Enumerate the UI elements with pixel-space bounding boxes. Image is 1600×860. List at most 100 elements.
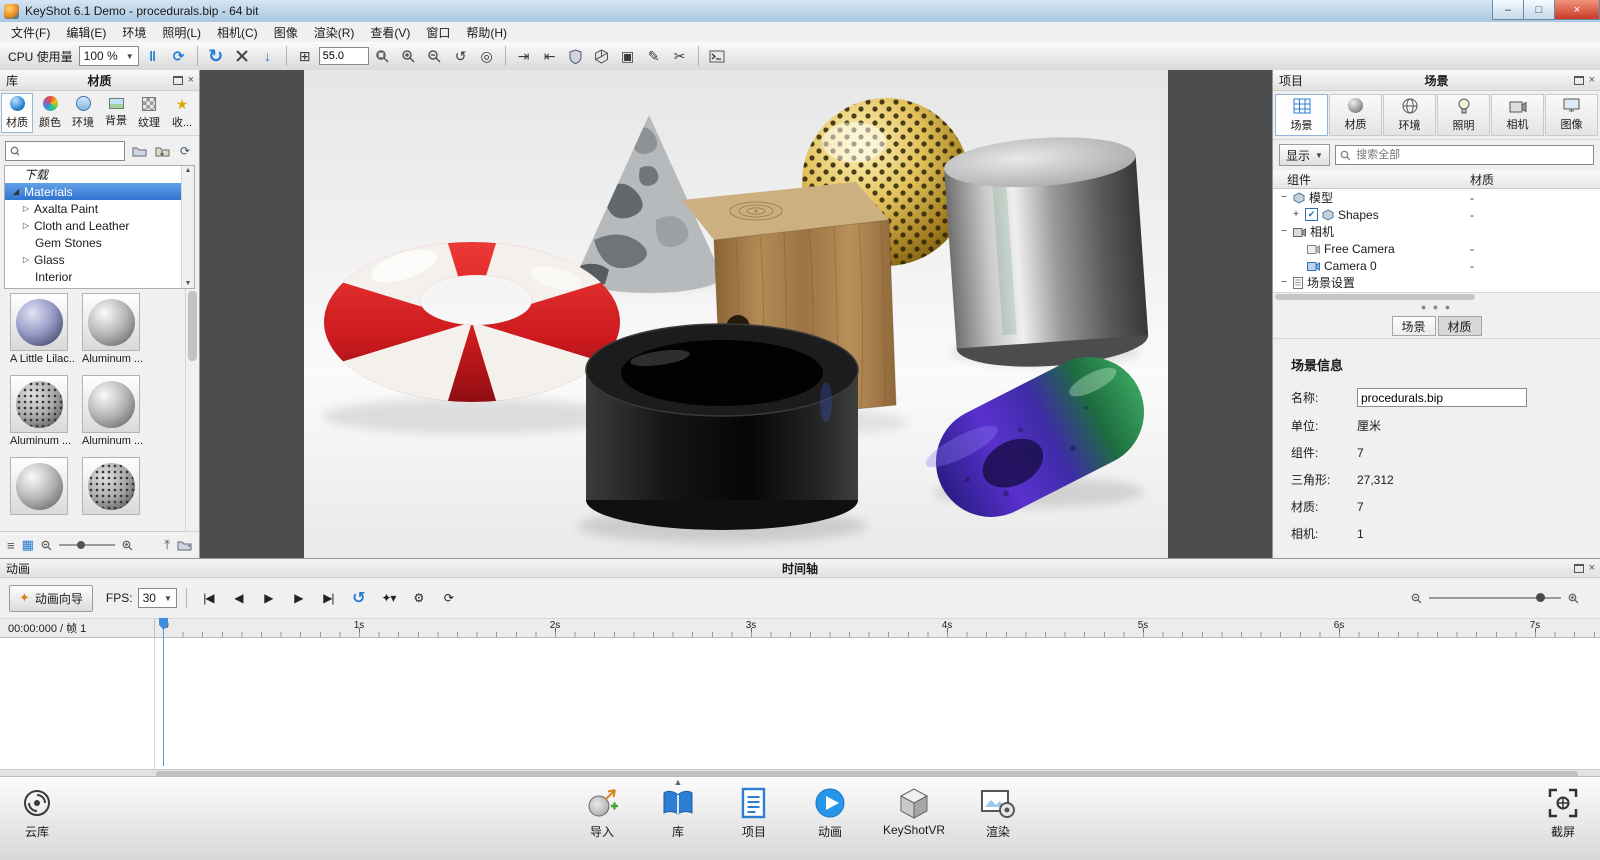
menu-help[interactable]: 帮助(H) [458,22,515,43]
grid-view-button[interactable]: ▦ [22,537,34,553]
thumbnail-scrollbar[interactable] [185,289,199,535]
library-tree-scrollbar[interactable]: ▲ ▼ [181,166,194,288]
image-frame-button[interactable]: ▣ [616,45,640,67]
perspective-grid-button[interactable]: ⊞ [293,45,317,67]
library-tab-colors[interactable]: 颜色 [34,93,66,133]
look-at-button[interactable]: ◎ [475,45,499,67]
tree-item-materials[interactable]: ◢ Materials [5,183,194,200]
timeline-zoom-slider[interactable] [1429,597,1561,599]
cpu-usage-dropdown[interactable]: 100 %▼ [79,46,139,66]
expander-icon[interactable]: ◢ [11,187,21,196]
annotate-button[interactable]: ✎ [642,45,666,67]
menu-lighting[interactable]: 照明(L) [154,22,209,43]
fps-dropdown[interactable]: 30 ▼ [138,588,177,608]
cloud-library-button[interactable]: 云库 [14,787,60,840]
display-filter-button[interactable]: 显示 ▼ [1279,144,1330,166]
scripting-console-button[interactable] [705,45,729,67]
subtab-scene[interactable]: 场景 [1392,316,1436,336]
project-button[interactable]: 项目 [731,787,777,840]
pause-render-button[interactable]: ‖ [141,45,165,67]
pan-camera-button[interactable] [397,45,421,67]
tree-item-downloads[interactable]: 下载 [5,166,194,183]
material-thumbnail[interactable]: Aluminum ... [82,375,154,457]
zoom-in-icon[interactable] [1568,593,1579,604]
time-ruler[interactable]: 0 1s 2s 3s 4s 5s 6s 7s [155,619,1600,637]
tree-item-shapes[interactable]: + ✔ Shapes - [1273,206,1600,223]
scroll-down-icon[interactable]: ▼ [185,280,192,287]
list-view-button[interactable]: ≡ [7,538,15,553]
expander-icon[interactable]: + [1291,209,1301,220]
library-tab-favorites[interactable]: ★ 收... [166,93,198,133]
tree-item-free-camera[interactable]: Free Camera - [1273,240,1600,257]
menu-camera[interactable]: 相机(C) [209,22,266,43]
zoom-out-icon[interactable] [1411,593,1422,604]
close-panel-icon[interactable]: × [1589,563,1595,574]
tree-item-camera-0[interactable]: Camera 0 - [1273,257,1600,274]
tree-item-axalta-paint[interactable]: ▷ Axalta Paint [5,200,194,217]
refresh-library-button[interactable]: ⟳ [176,142,194,160]
undock-panel-icon[interactable] [1574,76,1584,85]
import-folder-button[interactable] [153,142,171,160]
scroll-up-icon[interactable]: ▲ [185,167,192,174]
project-search-input[interactable] [1354,148,1589,162]
tree-item-interior[interactable]: Interior [5,268,194,285]
slider-knob[interactable] [77,541,85,549]
close-button[interactable]: × [1554,0,1600,20]
keyshotvr-button[interactable]: KeyShotVR [883,787,945,840]
expander-icon[interactable]: ▷ [21,221,31,230]
project-tab-scene[interactable]: 场景 [1275,94,1328,136]
timeline-settings-button[interactable]: ⚙ [406,587,431,609]
render-button[interactable]: 渲染 [975,787,1021,840]
subtab-material[interactable]: 材质 [1438,316,1482,336]
menu-environment[interactable]: 环境 [114,22,154,43]
step-forward-button[interactable]: ▶ [286,587,311,609]
timeline-tracks-area[interactable] [0,638,1600,769]
zoom-in-icon[interactable] [122,540,133,551]
library-tab-textures[interactable]: 纹理 [133,93,165,133]
tree-item-glass[interactable]: ▷ Glass [5,251,194,268]
project-tab-lighting[interactable]: 照明 [1437,94,1490,136]
animation-wizard-button[interactable]: ✦ 动画向导 [9,585,93,612]
import-geometry-button[interactable]: ⇤ [538,45,562,67]
shapes-checkbox[interactable]: ✔ [1305,208,1318,221]
material-thumbnail[interactable] [10,457,82,535]
go-to-end-button[interactable]: ▶| [316,587,341,609]
go-to-start-button[interactable]: |◀ [196,587,221,609]
menu-render[interactable]: 渲染(R) [306,22,363,43]
material-thumbnail[interactable]: Aluminum ... [82,293,154,375]
undock-panel-icon[interactable] [1574,564,1584,573]
shield-button[interactable] [564,45,588,67]
cut-button[interactable]: ✂ [668,45,692,67]
maximize-button[interactable]: □ [1523,0,1555,20]
project-tab-material[interactable]: 材质 [1329,94,1382,136]
download-button[interactable]: ↓ [256,45,280,67]
close-panel-icon[interactable]: × [188,75,194,86]
scene-name-input[interactable] [1357,388,1527,407]
focal-length-input[interactable] [319,47,369,65]
animation-button[interactable]: 动画 [807,787,853,840]
tree-item-cloth-leather[interactable]: ▷ Cloth and Leather [5,217,194,234]
import-button[interactable]: 导入 [579,787,625,840]
tree-item-scene-settings[interactable]: − 场景设置 [1273,274,1600,291]
panel-splitter-handle[interactable]: ● ● ● [1273,302,1600,313]
project-tab-image[interactable]: 图像 [1545,94,1598,136]
material-thumbnail[interactable]: A Little Lilac... [10,293,82,375]
upload-material-button[interactable]: ⤒ [164,537,170,553]
render-scene[interactable] [304,70,1168,558]
update-render-button[interactable]: ⟳ [167,45,191,67]
material-thumbnail[interactable]: Aluminum ... [10,375,82,457]
tree-item-cameras[interactable]: − 相机 [1273,223,1600,240]
export-button[interactable]: ⇥ [512,45,536,67]
add-folder-button[interactable] [130,142,148,160]
material-thumbnail[interactable] [82,457,154,535]
play-button[interactable]: ▶ [256,587,281,609]
tree-item-model[interactable]: − 模型 - [1273,189,1600,206]
menu-view[interactable]: 查看(V) [362,22,418,43]
filter-keyframes-button[interactable]: ✦▾ [376,587,401,609]
library-tab-environments[interactable]: 环境 [67,93,99,133]
close-panel-icon[interactable]: × [1589,75,1595,86]
orbit-camera-button[interactable]: ↺ [449,45,473,67]
menu-edit[interactable]: 编辑(E) [58,22,114,43]
screenshot-button[interactable]: 截屏 [1540,787,1586,840]
undock-panel-icon[interactable] [173,76,183,85]
